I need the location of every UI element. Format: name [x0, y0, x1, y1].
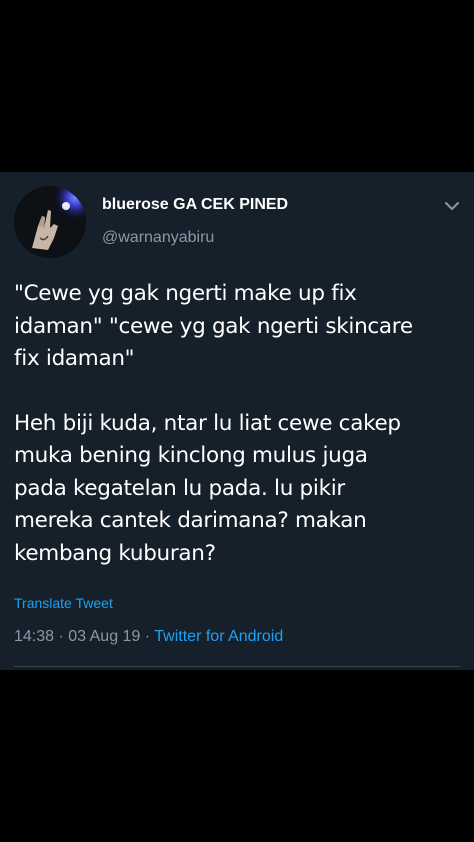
tweet-meta: 14:38 · 03 Aug 19 · Twitter for Android	[14, 628, 283, 646]
translate-tweet-link[interactable]: Translate Tweet	[14, 595, 113, 611]
tweet-paragraph: "Cewe yg gak ngerti make up fix idaman" …	[14, 281, 413, 371]
avatar-image	[14, 186, 86, 258]
meta-separator: ·	[54, 628, 69, 645]
divider	[14, 666, 460, 667]
tweet-paragraph: Heh biji kuda, ntar lu liat cewe cakep m…	[14, 410, 401, 566]
avatar[interactable]	[14, 186, 86, 258]
meta-separator: ·	[140, 628, 155, 645]
tweet-source-link[interactable]: Twitter for Android	[154, 628, 283, 645]
display-name[interactable]: bluerose GA CEK PINED	[102, 196, 288, 214]
tweet-date: 03 Aug 19	[68, 628, 141, 645]
username[interactable]: @warnanyabiru	[102, 229, 214, 247]
tweet-card: bluerose GA CEK PINED @warnanyabiru "Cew…	[0, 172, 474, 670]
tweet-text: "Cewe yg gak ngerti make up fix idaman" …	[14, 278, 460, 570]
tweet-time: 14:38	[14, 628, 55, 645]
chevron-down-icon[interactable]	[440, 194, 464, 218]
